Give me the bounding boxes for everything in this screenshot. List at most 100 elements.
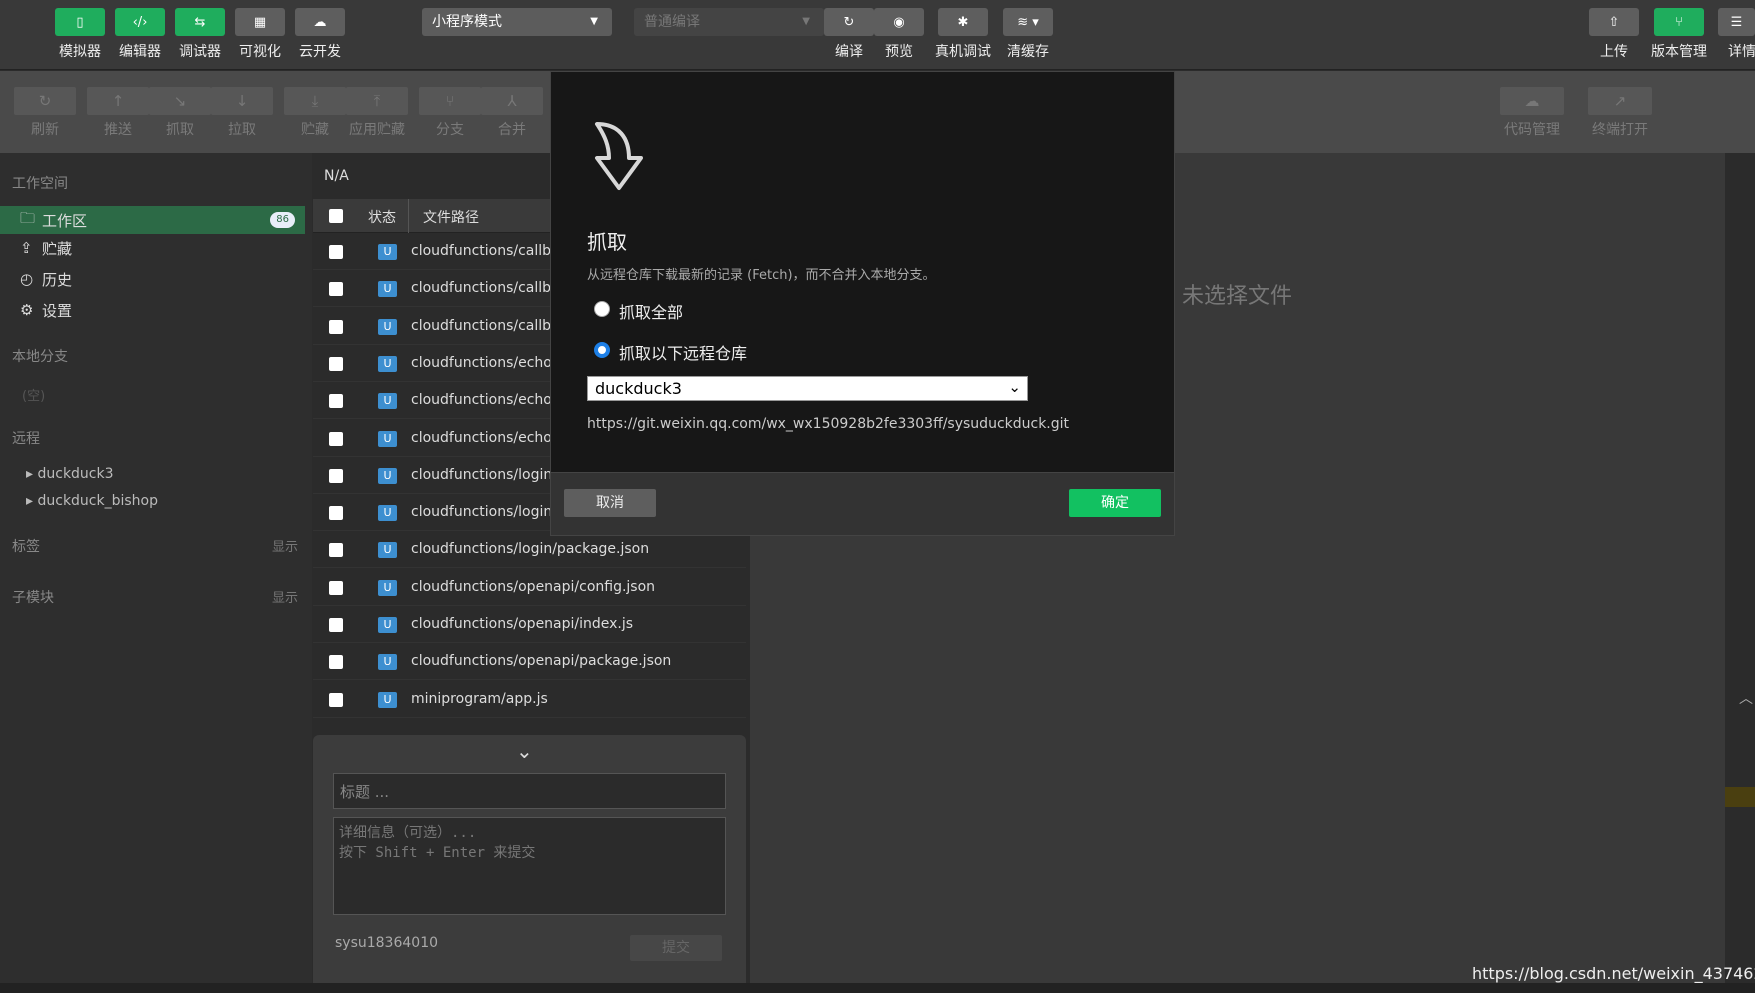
preview-label: 预览 (885, 44, 913, 60)
confirm-button[interactable]: 确定 (1069, 489, 1161, 517)
details-label: 详情 (1728, 44, 1755, 60)
file-row[interactable]: Ucloudfunctions/openapi/config.json (313, 569, 746, 606)
commit-detail-textarea[interactable]: 详细信息（可选）... 按下 Shift + Enter 来提交 (333, 817, 726, 915)
commit-title-input[interactable]: 标题 ... (333, 773, 726, 809)
file-checkbox[interactable] (329, 394, 343, 409)
file-checkbox[interactable] (329, 431, 343, 446)
merge-button[interactable]: ⅄ 合并 (481, 87, 543, 139)
file-path: cloudfunctions/echo/ (411, 392, 557, 409)
file-checkbox[interactable] (329, 506, 343, 521)
branch-icon: ⑂ (1654, 8, 1704, 36)
remote-item[interactable]: ▸ duckduck3 (26, 466, 114, 482)
remote-label: duckduck_bishop (37, 493, 159, 509)
terminal-open-button[interactable]: ↗ 终端打开 (1588, 87, 1652, 139)
file-checkbox[interactable] (329, 245, 343, 259)
code-manage-label: 代码管理 (1504, 122, 1560, 138)
menu-icon: ☰ (1718, 8, 1755, 36)
remote-url: https://git.weixin.qq.com/wx_wx150928b2f… (587, 416, 1070, 432)
status-badge: U (378, 505, 397, 522)
apply-stash-button[interactable]: ⤒ 应用贮藏 (346, 87, 408, 139)
details-button[interactable]: ☰ 详情 (1718, 8, 1755, 61)
file-checkbox[interactable] (329, 356, 343, 371)
fetch-label: 抓取 (166, 122, 194, 138)
file-path: cloudfunctions/callba (411, 317, 560, 334)
sidebar-item-stash[interactable]: ⇪ 贮藏 (0, 234, 305, 262)
file-checkbox[interactable] (329, 468, 343, 483)
sidebar-item-settings[interactable]: ⚙ 设置 (0, 296, 305, 324)
refresh-button[interactable]: ↻ 刷新 (14, 87, 76, 139)
file-path: cloudfunctions/openapi/package.json (411, 653, 672, 670)
history-icon: ◴ (20, 270, 34, 288)
mode-select[interactable]: 小程序模式 ▼ (422, 8, 612, 36)
fetch-all-radio[interactable] (594, 301, 610, 317)
pull-button[interactable]: ↓ 拉取 (211, 87, 273, 139)
workspace-title: 工作空间 (12, 176, 68, 192)
merge-icon: ⅄ (481, 87, 543, 115)
file-checkbox[interactable] (329, 319, 343, 334)
file-path: cloudfunctions/callba (411, 243, 560, 259)
select-all-checkbox[interactable] (329, 209, 343, 223)
merge-label: 合并 (498, 122, 526, 138)
collapse-icon[interactable]: ⌄ (516, 739, 533, 763)
tags-show-link[interactable]: 显示 (272, 536, 298, 555)
editor-button[interactable]: ‹/› 编辑器 (115, 8, 165, 61)
upload-label: 上传 (1600, 44, 1628, 60)
file-checkbox[interactable] (329, 580, 343, 595)
file-path: cloudfunctions/login/ (411, 466, 557, 483)
fetch-remote-radio[interactable] (594, 342, 610, 358)
commit-user: sysu18364010 (335, 935, 439, 951)
sidebar-item-workspace[interactable]: 🗀 工作区 86 (0, 206, 305, 234)
sidebar-item-history[interactable]: ◴ 历史 (0, 265, 305, 293)
stash-icon: ⇪ (20, 239, 33, 257)
highlight-marker (1725, 787, 1755, 807)
visual-button[interactable]: ▦ 可视化 (235, 8, 285, 61)
git-sidebar: 工作空间 🗀 工作区 86 ⇪ 贮藏 ◴ 历史 ⚙ 设置 本地分支 (空) 远程… (0, 153, 312, 993)
cloud-dev-button[interactable]: ☁ 云开发 (295, 8, 345, 61)
toggle-icon: ⇆ (175, 8, 225, 36)
file-checkbox[interactable] (329, 282, 343, 297)
cancel-button[interactable]: 取消 (564, 489, 656, 517)
file-row[interactable]: Uminiprogram/app.js (313, 681, 746, 718)
preview-button[interactable]: ◉ 预览 (874, 8, 924, 61)
remote-debug-button[interactable]: ✱ 真机调试 (935, 8, 991, 61)
remote-select[interactable]: duckduck3 ⌄ (587, 376, 1028, 401)
file-row[interactable]: Ucloudfunctions/login/package.json (313, 531, 746, 569)
code-manage-button[interactable]: ☁ 代码管理 (1500, 87, 1564, 139)
stash-button[interactable]: ⤓ 贮藏 (284, 87, 346, 139)
status-badge: U (378, 467, 397, 484)
compile-select[interactable]: 普通编译 ▼ (634, 8, 824, 36)
file-row[interactable]: Ucloudfunctions/openapi/index.js (313, 606, 746, 643)
upload-icon: ⇧ (1589, 8, 1639, 36)
top-toolbar: ▯ 模拟器 ‹/› 编辑器 ⇆ 调试器 ▦ 可视化 ☁ 云开发 小程序模式 ▼ … (0, 0, 1755, 70)
refresh-icon: ↻ (14, 87, 76, 115)
local-branch-title: 本地分支 (12, 349, 68, 365)
debugger-button[interactable]: ⇆ 调试器 (175, 8, 225, 61)
submit-button[interactable]: 提交 (630, 935, 722, 961)
submodule-show-link[interactable]: 显示 (272, 587, 298, 606)
file-checkbox[interactable] (329, 543, 343, 558)
sidebar-item-label: 历史 (42, 270, 73, 289)
upload-button[interactable]: ⇧ 上传 (1589, 8, 1639, 61)
fetch-button[interactable]: ↘ 抓取 (149, 87, 211, 139)
layout-icon: ▦ (235, 8, 285, 36)
count-badge: 86 (270, 212, 295, 228)
pull-label: 拉取 (228, 122, 256, 138)
push-button[interactable]: ↑ 推送 (87, 87, 149, 139)
simulator-button[interactable]: ▯ 模拟器 (55, 8, 105, 61)
file-checkbox[interactable] (329, 618, 343, 632)
file-checkbox[interactable] (329, 655, 343, 670)
chevron-up-icon[interactable]: ︿ (1739, 688, 1753, 708)
gear-icon: ⚙ (20, 301, 34, 319)
remote-item[interactable]: ▸ duckduck_bishop (26, 493, 158, 509)
fetch-all-label: 抓取全部 (619, 303, 684, 322)
sidebar-item-label: 贮藏 (42, 239, 73, 258)
eye-icon: ◉ (874, 8, 924, 36)
file-row[interactable]: Ucloudfunctions/openapi/package.json (313, 643, 746, 681)
status-badge: U (378, 430, 397, 447)
status-bar (0, 983, 1755, 993)
clear-cache-button[interactable]: ≋ ▾ 清缓存 (1003, 8, 1053, 61)
version-button[interactable]: ⑂ 版本管理 (1651, 8, 1707, 61)
branch-button[interactable]: ⑂ 分支 (419, 87, 481, 139)
terminal-open-label: 终端打开 (1592, 122, 1648, 138)
file-checkbox[interactable] (329, 692, 343, 707)
